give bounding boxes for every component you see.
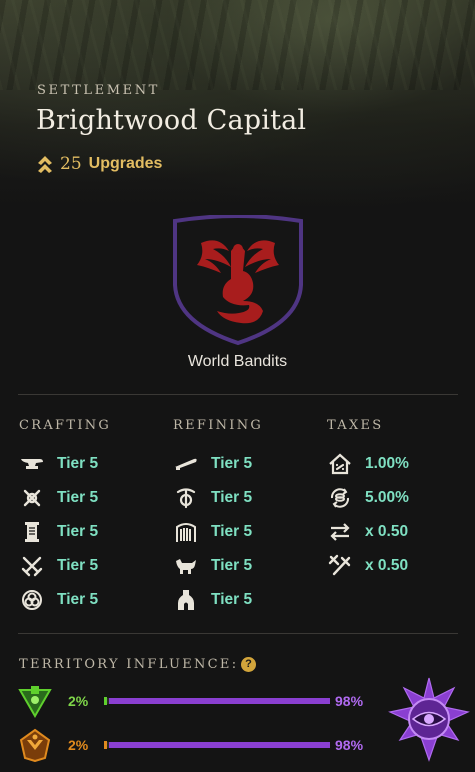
crafting-header: CRAFTING — [19, 418, 112, 433]
marauders-faction-icon — [19, 728, 51, 762]
section-divider — [18, 394, 458, 395]
syndicate-faction-icon — [18, 686, 52, 718]
furnace-icon — [173, 589, 199, 611]
refining-tier: Tier 5 — [211, 489, 253, 506]
covenant-eye-emblem-icon — [388, 677, 470, 762]
crafting-row: Tier 5 — [19, 519, 98, 545]
influence-bar-own-marker — [104, 741, 107, 749]
coins-cycle-icon — [327, 487, 353, 509]
tax-value: x 0.50 — [365, 523, 409, 540]
refining-row: Tier 5 — [173, 485, 252, 511]
territory-influence-label: TERRITORY INFLUENCE: — [19, 657, 239, 672]
refining-row: Tier 5 — [173, 553, 252, 579]
crafting-tier: Tier 5 — [57, 591, 99, 608]
refining-tier: Tier 5 — [211, 523, 253, 540]
taxes-row: x 0.50 — [327, 553, 408, 579]
taxes-row: x 0.50 — [327, 519, 408, 545]
influence-own-percent: 2% — [68, 693, 89, 709]
crafting-tier: Tier 5 — [57, 455, 99, 472]
crafting-tier: Tier 5 — [57, 557, 99, 574]
scroll-icon — [19, 521, 45, 543]
taxes-row: 5.00% — [327, 485, 409, 511]
influence-owner-percent: 98% — [335, 693, 364, 709]
trade-arrows-icon — [327, 521, 353, 543]
taxes-header: TAXES — [327, 418, 384, 433]
influence-bar — [104, 697, 330, 705]
faction-name: World Bandits — [187, 353, 288, 370]
crafting-tier: Tier 5 — [57, 489, 99, 506]
settlement-name: Brightwood Capital — [36, 105, 307, 136]
rune-circle-icon — [19, 589, 45, 611]
crafting-row: Tier 5 — [19, 553, 98, 579]
crafting-tier: Tier 5 — [57, 523, 99, 540]
influence-row: 2% 98% — [18, 728, 378, 762]
tax-value: 1.00% — [365, 455, 409, 472]
upgrades-label: Upgrades — [88, 155, 163, 172]
blade-icon — [173, 453, 199, 475]
refining-row: Tier 5 — [173, 451, 252, 477]
crossed-tools-icon — [19, 487, 45, 509]
influence-row: 2% 98% — [18, 684, 378, 718]
influence-bar-own-marker — [104, 697, 107, 705]
influence-owner-percent: 98% — [335, 737, 364, 753]
anvil-icon — [19, 453, 45, 475]
forest-backdrop — [0, 0, 475, 90]
chevron-up-double-icon — [38, 156, 52, 173]
refining-row: Tier 5 — [173, 587, 252, 613]
upgrades-count: 25 — [60, 154, 82, 174]
section-divider — [18, 633, 458, 634]
red-dragon-crest-icon — [173, 215, 303, 346]
refining-tier: Tier 5 — [211, 455, 253, 472]
crossed-swords-icon — [19, 555, 45, 577]
influence-bar-fill — [108, 742, 330, 748]
influence-own-percent: 2% — [68, 737, 89, 753]
influence-bar-fill — [108, 698, 330, 704]
upgrades-summary: 25 Upgrades — [37, 154, 162, 174]
refining-row: Tier 5 — [173, 519, 252, 545]
tax-value: x 0.50 — [365, 557, 409, 574]
refining-header: REFINING — [173, 418, 264, 433]
tannery-icon — [173, 555, 199, 577]
house-tax-icon — [327, 453, 353, 475]
influence-bar — [104, 741, 330, 749]
refining-tier: Tier 5 — [211, 591, 253, 608]
loom-icon — [173, 521, 199, 543]
crafting-row: Tier 5 — [19, 451, 98, 477]
question-icon[interactable]: ? — [241, 657, 256, 672]
taxes-row: 1.00% — [327, 451, 409, 477]
refining-tier: Tier 5 — [211, 557, 253, 574]
tax-value: 5.00% — [365, 489, 409, 506]
hammer-fee-icon — [327, 554, 353, 577]
crafting-row: Tier 5 — [19, 587, 98, 613]
pickaxe-gear-icon — [173, 487, 199, 509]
settlement-label: SETTLEMENT — [37, 83, 160, 98]
crafting-row: Tier 5 — [19, 485, 98, 511]
